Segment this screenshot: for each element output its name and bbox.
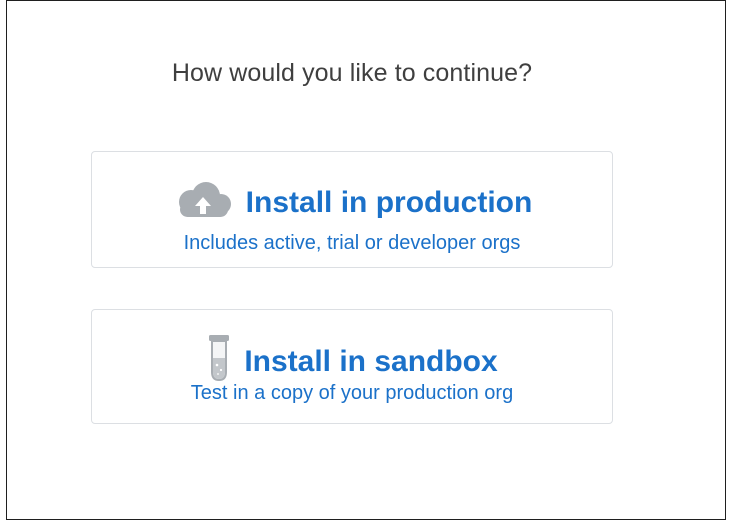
install-in-production-button[interactable]: Install in production Includes active, t… xyxy=(91,151,613,268)
install-dialog: How would you like to continue? Install … xyxy=(6,0,726,520)
test-tube-icon xyxy=(206,334,232,389)
option-title: Install in production xyxy=(245,185,533,219)
option-title: Install in sandbox xyxy=(244,344,498,378)
page-title: How would you like to continue? xyxy=(171,59,533,87)
sandbox-title-row: Install in sandbox xyxy=(92,334,612,389)
install-in-sandbox-button[interactable]: Install in sandbox Test in a copy of you… xyxy=(91,309,613,424)
option-subtitle: Test in a copy of your production org xyxy=(190,382,514,404)
production-title-row: Install in production xyxy=(92,181,612,224)
option-subtitle: Includes active, trial or developer orgs xyxy=(183,232,521,254)
cloud-upload-icon xyxy=(172,181,234,224)
